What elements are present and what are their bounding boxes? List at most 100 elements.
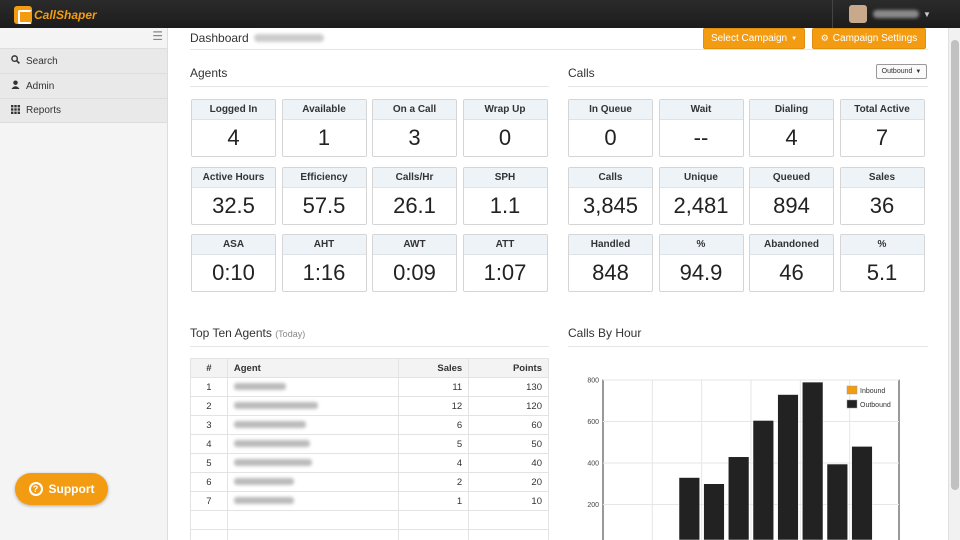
search-icon [11, 55, 23, 67]
column-header-rank[interactable]: # [190, 358, 228, 378]
outbound-bar [851, 446, 873, 540]
table-row[interactable]: 3 6 60 [190, 415, 549, 435]
column-header-agent[interactable]: Agent [226, 358, 400, 378]
agent-name-redacted [233, 402, 318, 410]
tile-label: Total Active [840, 100, 924, 120]
tile-label: % [840, 235, 924, 255]
y-tick-label: 800 [587, 378, 599, 385]
tile-label: In Queue [569, 100, 652, 120]
sidebar-item-admin[interactable]: Admin [0, 73, 167, 98]
divider [190, 346, 549, 347]
tile-value: 3 [408, 125, 421, 150]
legend-label: Outbound [860, 402, 891, 409]
table-row[interactable]: 6 2 20 [190, 472, 549, 492]
sidebar-item-label: Search [26, 55, 58, 67]
table-row[interactable]: 5 4 40 [190, 453, 549, 473]
call-stat-tile: Dialing 4 [749, 99, 834, 157]
y-tick-label: 400 [587, 461, 599, 468]
agent-name-redacted [233, 459, 312, 467]
tile-label: Handled [569, 235, 652, 255]
sales-cell: 1 [398, 491, 470, 511]
agent-stat-tile: Logged In 4 [191, 99, 276, 157]
tile-value: 32.5 [212, 192, 255, 218]
sidebar-item-label: Reports [26, 105, 62, 116]
tile-value: 2,481 [673, 192, 729, 218]
sales-cell: 5 [398, 434, 470, 454]
sales-cell: 12 [398, 396, 470, 416]
tile-label: Logged In [192, 100, 275, 120]
sidebar-item-search[interactable]: Search [0, 48, 167, 73]
page-title: Dashboard [190, 31, 249, 45]
column-header-sales[interactable]: Sales [398, 358, 470, 378]
rank-cell: 5 [190, 453, 228, 473]
call-stat-tile: Abandoned 46 [749, 234, 834, 292]
calls-by-hour-chart: 200 400 600 800 Inbound Outbound [568, 350, 928, 540]
y-tick-label: 600 [587, 419, 599, 426]
outbound-bar [802, 381, 824, 540]
campaign-name-redacted [254, 34, 324, 42]
points-cell: 120 [468, 396, 549, 416]
column-header-points[interactable]: Points [468, 358, 549, 378]
logo[interactable]: CallShaper [14, 4, 97, 26]
page-scrollbar[interactable] [948, 28, 960, 540]
tile-value: 0:10 [212, 260, 255, 285]
chart-svg: 200 400 600 800 Inbound Outbound [587, 378, 900, 540]
agent-name-redacted [233, 421, 306, 429]
call-stat-tile: Calls 3,845 [568, 166, 653, 225]
campaign-settings-button[interactable]: ⚙ Campaign Settings [812, 28, 926, 49]
tile-value: 1:16 [302, 260, 346, 285]
table-row[interactable]: 4 5 50 [190, 434, 549, 454]
tile-label: AHT [282, 235, 366, 255]
sales-cell: 6 [398, 415, 470, 435]
tile-value: 0 [604, 125, 617, 150]
table-row[interactable]: 1 11 130 [190, 377, 549, 397]
tile-value: -- [693, 125, 709, 150]
tile-value: 3,845 [582, 192, 639, 218]
agent-stat-tile: Active Hours 32.5 [191, 166, 276, 225]
menu-icon[interactable]: ☰ [0, 28, 167, 48]
outbound-bar [703, 483, 725, 540]
chevron-down-icon: ▼ [791, 35, 798, 42]
empty-cell [190, 529, 228, 540]
tile-value: 57.5 [302, 192, 346, 218]
agent-stat-tile: ASA 0:10 [191, 234, 276, 292]
agent-stat-tile: Available 1 [281, 99, 367, 157]
tile-label: On a Call [373, 100, 456, 120]
select-campaign-button[interactable]: Select Campaign ▼ [703, 28, 805, 49]
user-menu[interactable]: ▼ [832, 0, 960, 28]
tile-value: 36 [869, 192, 895, 218]
agent-stat-tile: Wrap Up 0 [462, 99, 548, 157]
tile-label: SPH [463, 167, 547, 188]
tile-value: 46 [779, 260, 804, 285]
table-header-row: # Agent Sales Points [190, 358, 549, 378]
select-campaign-label: Select Campaign [710, 33, 788, 44]
agent-cell [226, 415, 400, 435]
direction-select[interactable]: Outbound ▼ [876, 64, 927, 79]
user-icon [11, 80, 23, 92]
support-button[interactable]: ? Support [15, 473, 108, 505]
agent-name-redacted [233, 478, 294, 486]
call-stat-tile: % 5.1 [839, 234, 925, 292]
y-tick-label: 200 [587, 502, 599, 509]
top-bar: CallShaper ▼ [0, 0, 960, 28]
tile-value: 0 [498, 125, 512, 150]
scrollbar-thumb[interactable] [951, 40, 959, 490]
outbound-bar [777, 394, 799, 540]
table-row[interactable]: 7 1 10 [190, 491, 549, 511]
tile-label: ATT [463, 235, 547, 255]
agent-cell [226, 472, 400, 492]
agents-section-title: Agents [190, 66, 228, 80]
agent-stat-tile: Efficiency 57.5 [281, 166, 367, 225]
tile-value: 1 [317, 125, 331, 150]
legend-label: Inbound [860, 388, 885, 395]
empty-cell [468, 529, 549, 540]
user-name-redacted [873, 10, 919, 18]
outbound-bar [728, 456, 750, 540]
table-row[interactable]: 2 12 120 [190, 396, 549, 416]
agent-stat-tile: SPH 1.1 [462, 166, 548, 225]
sidebar-item-reports[interactable]: Reports [0, 98, 167, 123]
divider [568, 86, 928, 87]
tile-value: 5.1 [866, 260, 898, 285]
agent-cell [226, 396, 400, 416]
logo-text: CallShaper [34, 8, 97, 22]
